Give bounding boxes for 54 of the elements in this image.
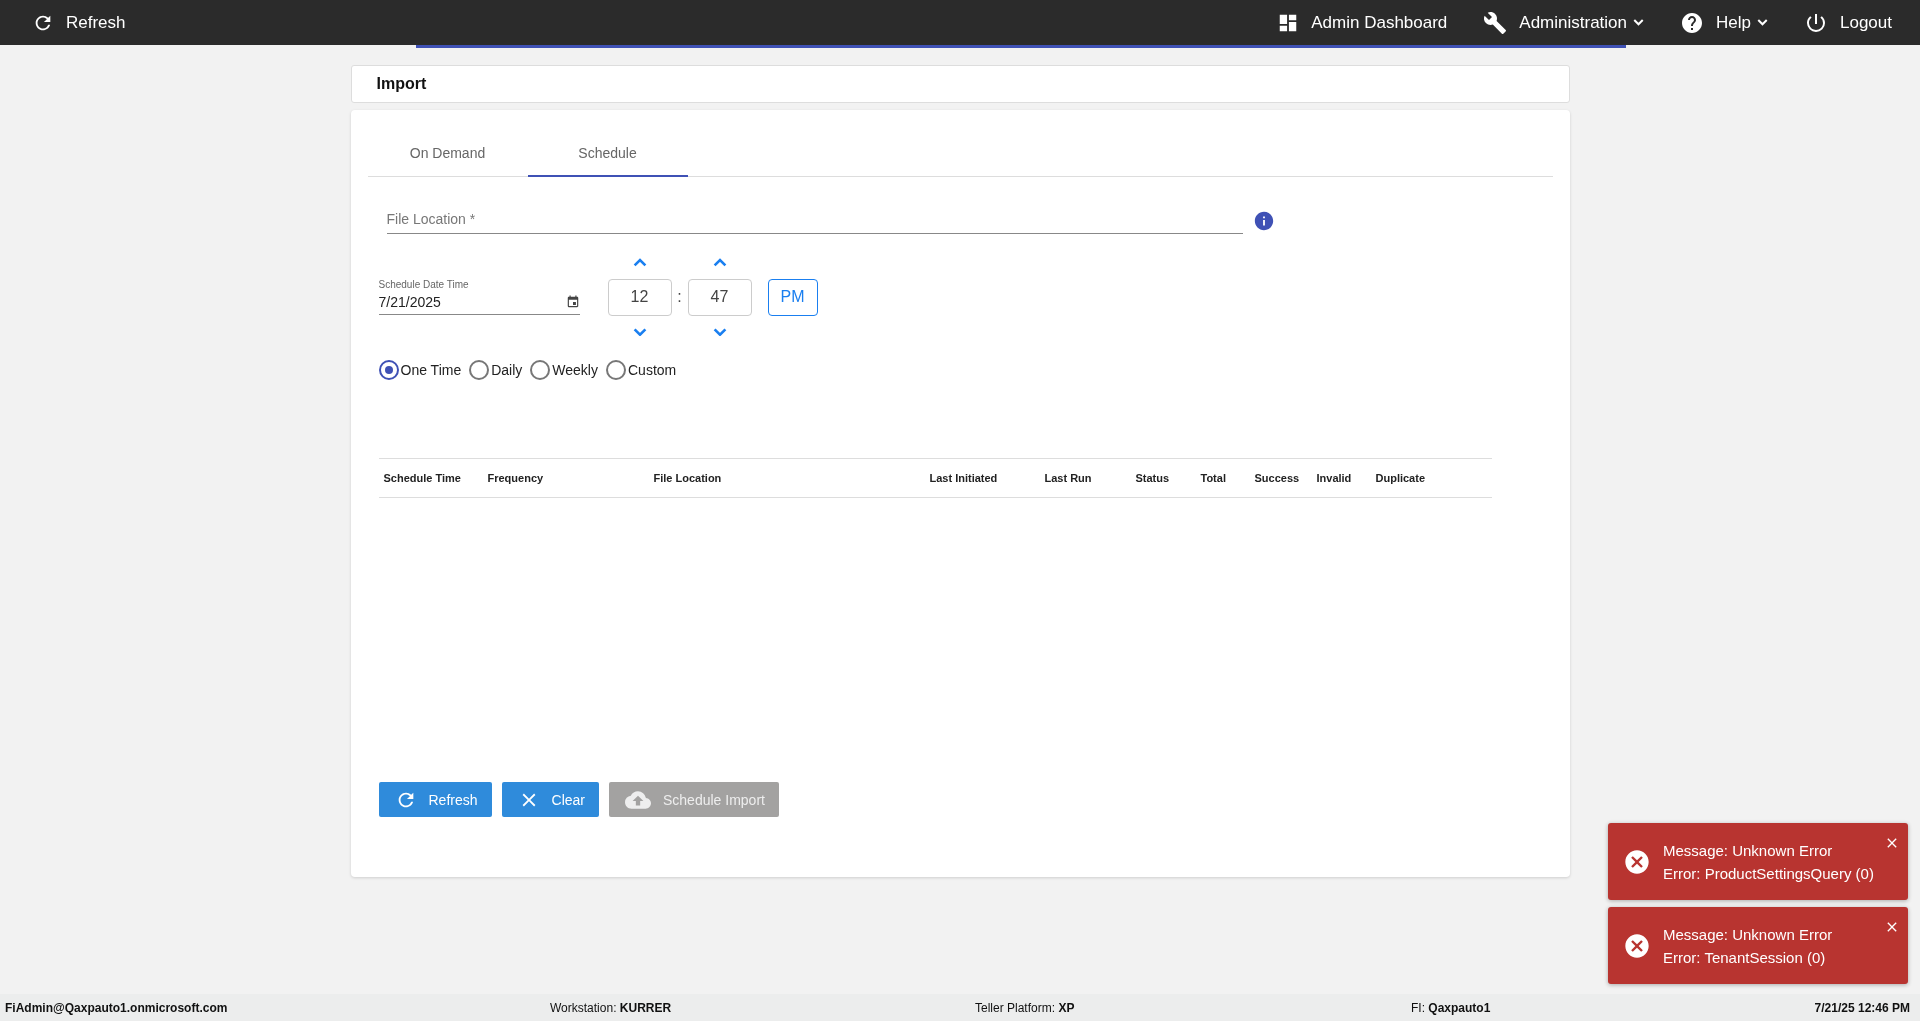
nav-menu-item[interactable]: Admin Dashboard (1277, 11, 1448, 34)
column-header: Schedule Time (383, 472, 462, 485)
action-button[interactable]: Refresh (378, 782, 492, 818)
error-icon (1623, 931, 1651, 960)
frequency-option[interactable]: Custom (606, 360, 677, 381)
toast-message: Message: Unknown Error (1663, 925, 1833, 943)
radio-button[interactable] (606, 360, 626, 381)
user-email: FiAdmin@Qaxpauto1.onmicrosoft.com (5, 1000, 229, 1015)
column-header: Success (1254, 472, 1301, 485)
platform-info: Teller Platform: XP (975, 1000, 1076, 1015)
date-field[interactable]: Schedule Date Time 7/21/2025 (378, 279, 580, 316)
column-header: Last Initiated (929, 472, 999, 485)
column-header: File Location (653, 472, 723, 485)
toast-error: Error: TenantSession (0) (1663, 948, 1827, 966)
toast-message: Message: Unknown Error (1663, 841, 1834, 859)
tab[interactable]: On Demand (367, 130, 528, 177)
column-header: Duplicate (1375, 472, 1426, 485)
page-title: Import (376, 75, 427, 93)
frequency-option[interactable]: Weekly (530, 360, 598, 381)
column-header: Invalid (1316, 472, 1353, 485)
radio-button[interactable] (378, 360, 399, 381)
hour-field[interactable]: 12 (607, 278, 672, 316)
workstation-info: Workstation: KURRER (550, 1000, 673, 1015)
help-icon (1680, 10, 1705, 35)
nav-menu-item[interactable]: Help (1680, 10, 1768, 35)
chevron-down-icon (1757, 19, 1768, 26)
frequency-option[interactable]: Daily (469, 360, 523, 381)
column-header: Frequency (487, 472, 545, 485)
nav-menu-item[interactable]: Administration (1483, 10, 1645, 35)
chevron-down-icon[interactable] (712, 327, 727, 337)
radio-button[interactable] (469, 360, 490, 381)
wrench-icon (1483, 10, 1508, 35)
refresh-button[interactable]: Refresh (32, 11, 126, 34)
column-header: Last Run (1044, 472, 1093, 485)
column-header: Total (1200, 472, 1227, 485)
error-icon (1623, 847, 1651, 876)
chevron-down-icon[interactable] (632, 327, 647, 337)
chevron-up-icon[interactable] (632, 258, 647, 267)
status-datetime: 7/21/25 12:46 PM (1814, 1000, 1910, 1015)
nav-menu-item[interactable]: Logout (1804, 10, 1892, 35)
fi-info: FI: Qaxpauto1 (1411, 1000, 1492, 1015)
frequency-option[interactable]: One Time (378, 360, 462, 381)
column-header: Status (1135, 472, 1171, 485)
chevron-down-icon (1633, 19, 1645, 26)
meridiem-button[interactable]: PM (767, 278, 818, 316)
tab[interactable]: Schedule (527, 130, 688, 177)
info-icon[interactable] (1252, 209, 1275, 232)
action-button[interactable]: Clear (501, 782, 599, 818)
calendar-icon[interactable] (565, 295, 580, 310)
chevron-up-icon[interactable] (712, 258, 727, 267)
minute-field[interactable]: 47 (687, 278, 752, 316)
radio-button[interactable] (530, 360, 551, 381)
time-separator: : (676, 288, 683, 307)
toast-error: Error: ProductSettingsQuery (0) (1663, 864, 1874, 882)
